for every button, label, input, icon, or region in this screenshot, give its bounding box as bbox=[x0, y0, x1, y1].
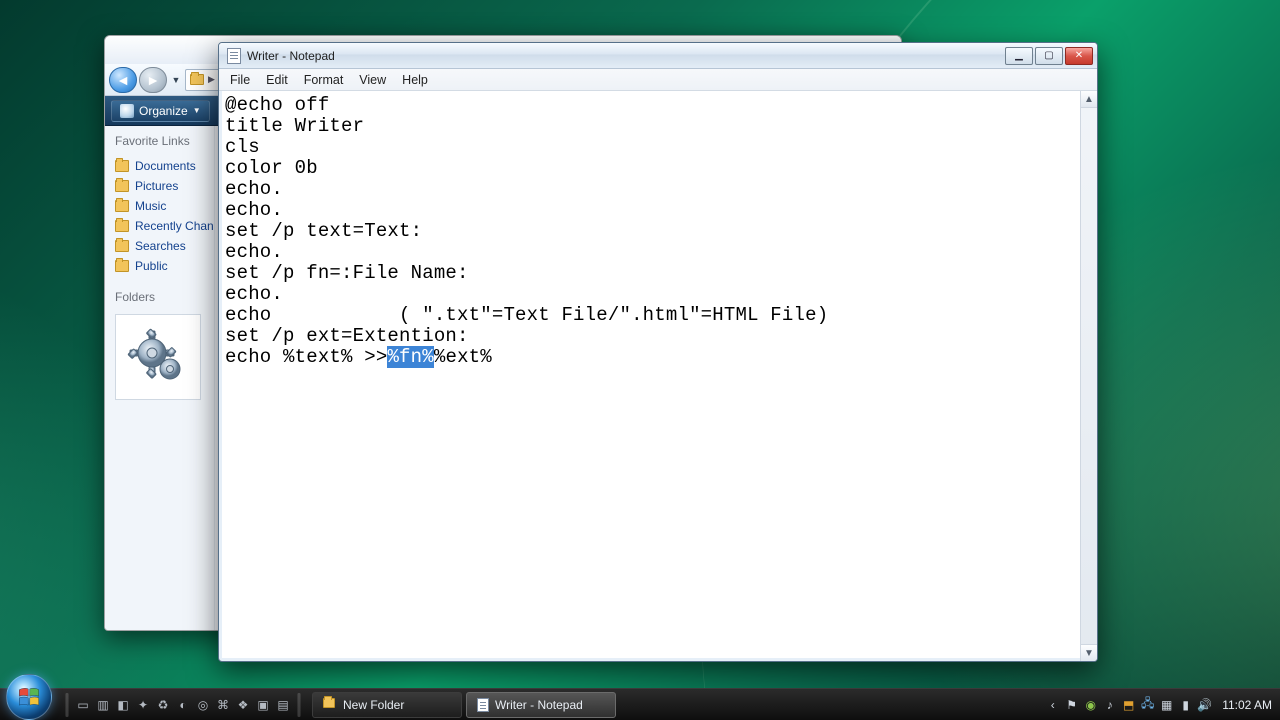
organize-label: Organize bbox=[139, 104, 188, 118]
favorite-pictures[interactable]: Pictures bbox=[115, 176, 214, 196]
task-label: New Folder bbox=[343, 698, 404, 712]
window-title: Writer - Notepad bbox=[247, 49, 335, 63]
editor-text-before: @echo off title Writer cls color 0b echo… bbox=[225, 94, 828, 368]
taskbar-clock[interactable]: 11:02 AM bbox=[1222, 698, 1272, 712]
organize-button[interactable]: Organize ▼ bbox=[111, 100, 210, 122]
quick-launch-item[interactable]: ▤ bbox=[274, 696, 292, 714]
scroll-down-button[interactable]: ▼ bbox=[1081, 644, 1097, 661]
quick-launch-item[interactable]: ♻ bbox=[154, 696, 172, 714]
tray-icon[interactable]: ◉ bbox=[1083, 697, 1098, 712]
quick-launch-item[interactable]: ❖ bbox=[234, 696, 252, 714]
maximize-button[interactable]: ▢ bbox=[1035, 47, 1063, 65]
tray-network-icon[interactable]: 🖧 bbox=[1140, 697, 1155, 712]
quick-launch-item[interactable]: ✦ bbox=[134, 696, 152, 714]
batch-file-thumbnail[interactable] bbox=[115, 314, 201, 400]
favorite-music[interactable]: Music bbox=[115, 196, 214, 216]
taskbar-separator bbox=[65, 693, 69, 717]
folder-icon bbox=[115, 160, 129, 172]
tray-battery-icon[interactable]: ▮ bbox=[1178, 697, 1193, 712]
notepad-titlebar[interactable]: Writer - Notepad ▁ ▢ ✕ bbox=[219, 43, 1097, 69]
favorite-searches[interactable]: Searches bbox=[115, 236, 214, 256]
quick-launch-item[interactable]: ◧ bbox=[114, 696, 132, 714]
quick-launch-item[interactable]: ◐ bbox=[174, 696, 192, 714]
folder-icon bbox=[115, 180, 129, 192]
folders-header[interactable]: Folders bbox=[115, 290, 214, 304]
tray-icon[interactable]: ⬒ bbox=[1121, 697, 1136, 712]
notepad-window[interactable]: Writer - Notepad ▁ ▢ ✕ File Edit Format … bbox=[218, 42, 1098, 662]
folder-icon bbox=[323, 698, 337, 712]
favorite-public[interactable]: Public bbox=[115, 256, 214, 276]
explorer-nav-pane: Favorite Links Documents Pictures Music … bbox=[105, 126, 215, 630]
quick-launch-item[interactable]: ◎ bbox=[194, 696, 212, 714]
tray-icon[interactable]: ▦ bbox=[1159, 697, 1174, 712]
notepad-icon bbox=[477, 698, 489, 712]
windows-logo-icon bbox=[16, 684, 42, 710]
taskbar-task-notepad[interactable]: Writer - Notepad bbox=[466, 692, 616, 718]
close-button[interactable]: ✕ bbox=[1065, 47, 1093, 65]
tray-icon[interactable]: ♪ bbox=[1102, 697, 1117, 712]
quick-launch-show-desktop[interactable]: ▭ bbox=[74, 696, 92, 714]
folder-icon bbox=[115, 260, 129, 272]
taskbar-tasks: New Folder Writer - Notepad bbox=[308, 689, 620, 720]
scroll-up-button[interactable]: ▲ bbox=[1081, 91, 1097, 108]
folder-icon bbox=[115, 240, 129, 252]
quick-launch-item[interactable]: ⌘ bbox=[214, 696, 232, 714]
tray-expand-icon[interactable]: ‹ bbox=[1045, 697, 1060, 712]
vertical-scrollbar[interactable]: ▲ ▼ bbox=[1080, 91, 1097, 661]
system-tray: ‹ ⚑ ◉ ♪ ⬒ 🖧 ▦ ▮ 🔊 11:02 AM bbox=[1037, 689, 1280, 720]
forward-button[interactable]: ► bbox=[139, 67, 167, 93]
back-button[interactable]: ◄ bbox=[109, 67, 137, 93]
nav-history-dropdown[interactable]: ▼ bbox=[169, 69, 183, 91]
folder-icon bbox=[115, 200, 129, 212]
taskbar: ▭ ▥ ◧ ✦ ♻ ◐ ◎ ⌘ ❖ ▣ ▤ New Folder Writer … bbox=[0, 688, 1280, 720]
breadcrumb-chevron: ▶ bbox=[208, 74, 215, 85]
folder-icon bbox=[115, 220, 129, 232]
menu-edit[interactable]: Edit bbox=[259, 71, 295, 89]
quick-launch-item[interactable]: ▣ bbox=[254, 696, 272, 714]
chevron-down-icon: ▼ bbox=[193, 106, 201, 115]
taskbar-separator bbox=[297, 693, 301, 717]
desktop: ◄ ► ▼ ▶ Organize ▼ Favorite Links Docume… bbox=[0, 0, 1280, 720]
quick-launch-switch-windows[interactable]: ▥ bbox=[94, 696, 112, 714]
menu-help[interactable]: Help bbox=[395, 71, 435, 89]
task-label: Writer - Notepad bbox=[495, 698, 583, 712]
favorite-documents[interactable]: Documents bbox=[115, 156, 214, 176]
minimize-button[interactable]: ▁ bbox=[1005, 47, 1033, 65]
tray-volume-icon[interactable]: 🔊 bbox=[1197, 697, 1212, 712]
start-button[interactable] bbox=[6, 674, 52, 720]
menu-file[interactable]: File bbox=[223, 71, 257, 89]
notepad-editor[interactable]: @echo off title Writer cls color 0b echo… bbox=[219, 91, 1097, 661]
favorite-links-header: Favorite Links bbox=[115, 134, 214, 148]
quick-launch: ▭ ▥ ◧ ✦ ♻ ◐ ◎ ⌘ ❖ ▣ ▤ bbox=[58, 689, 308, 720]
gear-icon bbox=[126, 325, 190, 389]
address-breadcrumb[interactable]: ▶ bbox=[185, 69, 220, 91]
notepad-menubar: File Edit Format View Help bbox=[219, 69, 1097, 91]
folder-icon bbox=[190, 74, 204, 85]
tray-icon[interactable]: ⚑ bbox=[1064, 697, 1079, 712]
menu-view[interactable]: View bbox=[352, 71, 393, 89]
editor-selection: %fn% bbox=[387, 346, 433, 368]
taskbar-task-explorer[interactable]: New Folder bbox=[312, 692, 462, 718]
organize-icon bbox=[120, 104, 134, 118]
favorite-recently-changed[interactable]: Recently Chan bbox=[115, 216, 214, 236]
menu-format[interactable]: Format bbox=[297, 71, 351, 89]
editor-text-after: %ext% bbox=[434, 346, 492, 368]
notepad-icon bbox=[227, 48, 241, 64]
